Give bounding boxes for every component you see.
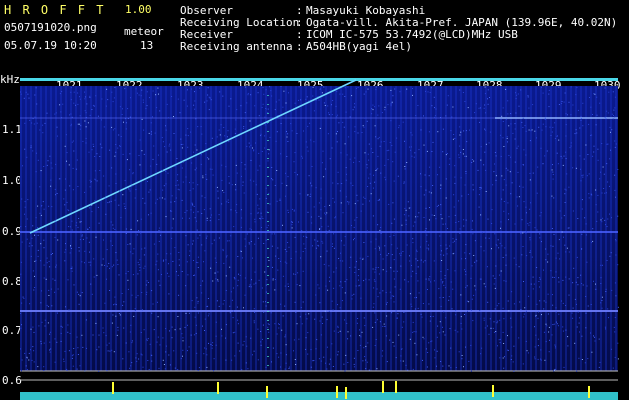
level-floor	[20, 392, 618, 400]
hrofft-screen: { "header": { "app_name": "H R O F F T",…	[0, 0, 629, 400]
top-band	[20, 78, 618, 81]
spectrogram	[20, 78, 619, 400]
